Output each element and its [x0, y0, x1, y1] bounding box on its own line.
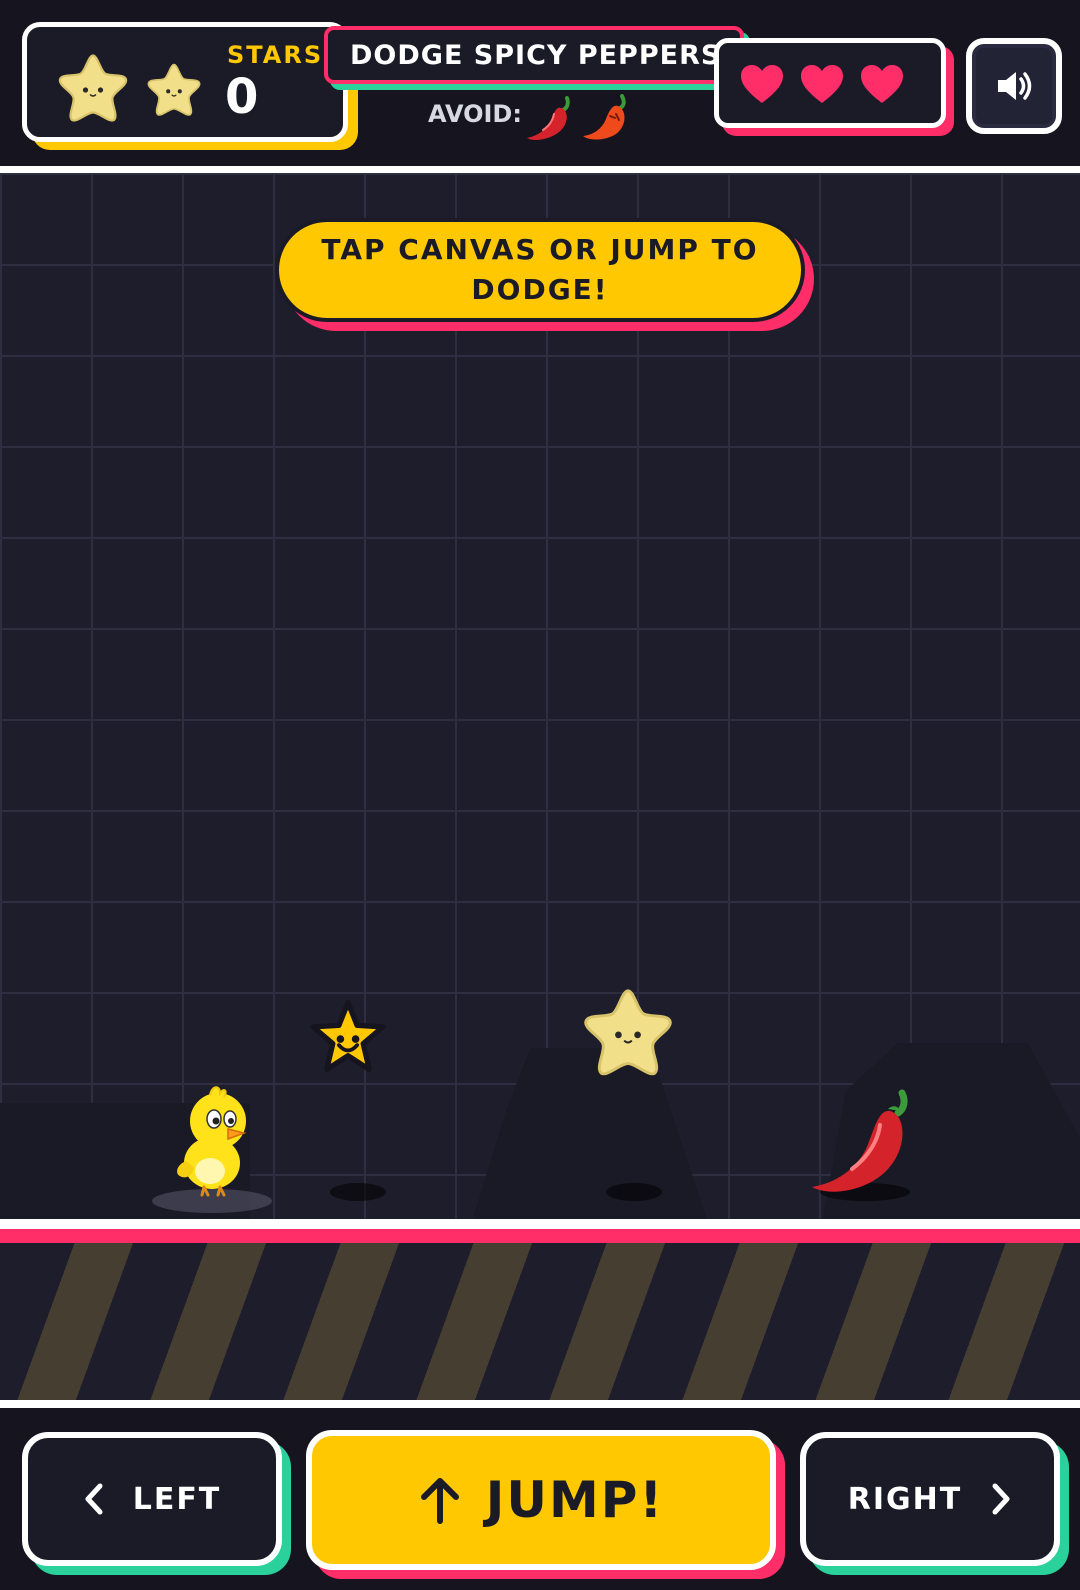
- lives-panel: [714, 38, 946, 128]
- heart-icon: [801, 65, 843, 103]
- left-label: LEFT: [132, 1481, 222, 1517]
- chili-pepper-icon: [527, 96, 570, 140]
- plush-star-icon: [58, 54, 128, 122]
- heart-icon: [861, 65, 903, 103]
- jump-button[interactable]: JUMP!: [306, 1430, 776, 1570]
- angry-chili-pepper-icon: [583, 94, 626, 140]
- chevron-left-icon: [83, 1482, 105, 1516]
- left-button[interactable]: LEFT: [22, 1432, 282, 1566]
- plush-star-collectible: [584, 989, 672, 1076]
- chick-player: [177, 1086, 247, 1197]
- stars-panel: STARS 0: [22, 22, 348, 142]
- star-shadow: [330, 1183, 386, 1201]
- sound-toggle-button[interactable]: [966, 38, 1062, 134]
- ground-pink-strip: [0, 1229, 1080, 1243]
- jump-label: JUMP!: [485, 1471, 665, 1529]
- hint-text: TAP CANVAS OR JUMP TO DODGE!: [321, 233, 759, 306]
- avoid-label: AVOID:: [428, 100, 522, 128]
- hud: STARS 0 DODGE SPICY PEPPERS! AVOID:: [0, 0, 1080, 173]
- hazard-stripes: [0, 1243, 1080, 1400]
- heart-icon: [741, 65, 783, 103]
- chevron-right-icon: [990, 1482, 1012, 1516]
- stars-count: 0: [225, 69, 259, 125]
- plush-star-icon: [147, 63, 201, 116]
- stars-label: STARS: [227, 41, 324, 69]
- arrow-up-icon: [418, 1475, 462, 1525]
- hint-bubble: TAP CANVAS OR JUMP TO DODGE!: [275, 218, 805, 322]
- ground-bottom-line: [0, 1400, 1080, 1408]
- star-token: [310, 999, 386, 1073]
- ground-line: [0, 1219, 1080, 1229]
- speaker-icon: [998, 72, 1032, 100]
- right-button[interactable]: RIGHT: [800, 1432, 1060, 1566]
- game-canvas[interactable]: TAP CANVAS OR JUMP TO DODGE!: [0, 173, 1080, 1219]
- chili-pepper-obstacle: [812, 1089, 908, 1192]
- right-label: RIGHT: [847, 1481, 963, 1517]
- plush-star-shadow: [606, 1183, 662, 1201]
- game-title: DODGE SPICY PEPPERS!: [350, 39, 735, 71]
- hud-divider: [0, 166, 1080, 173]
- game-title-banner: DODGE SPICY PEPPERS!: [324, 26, 744, 84]
